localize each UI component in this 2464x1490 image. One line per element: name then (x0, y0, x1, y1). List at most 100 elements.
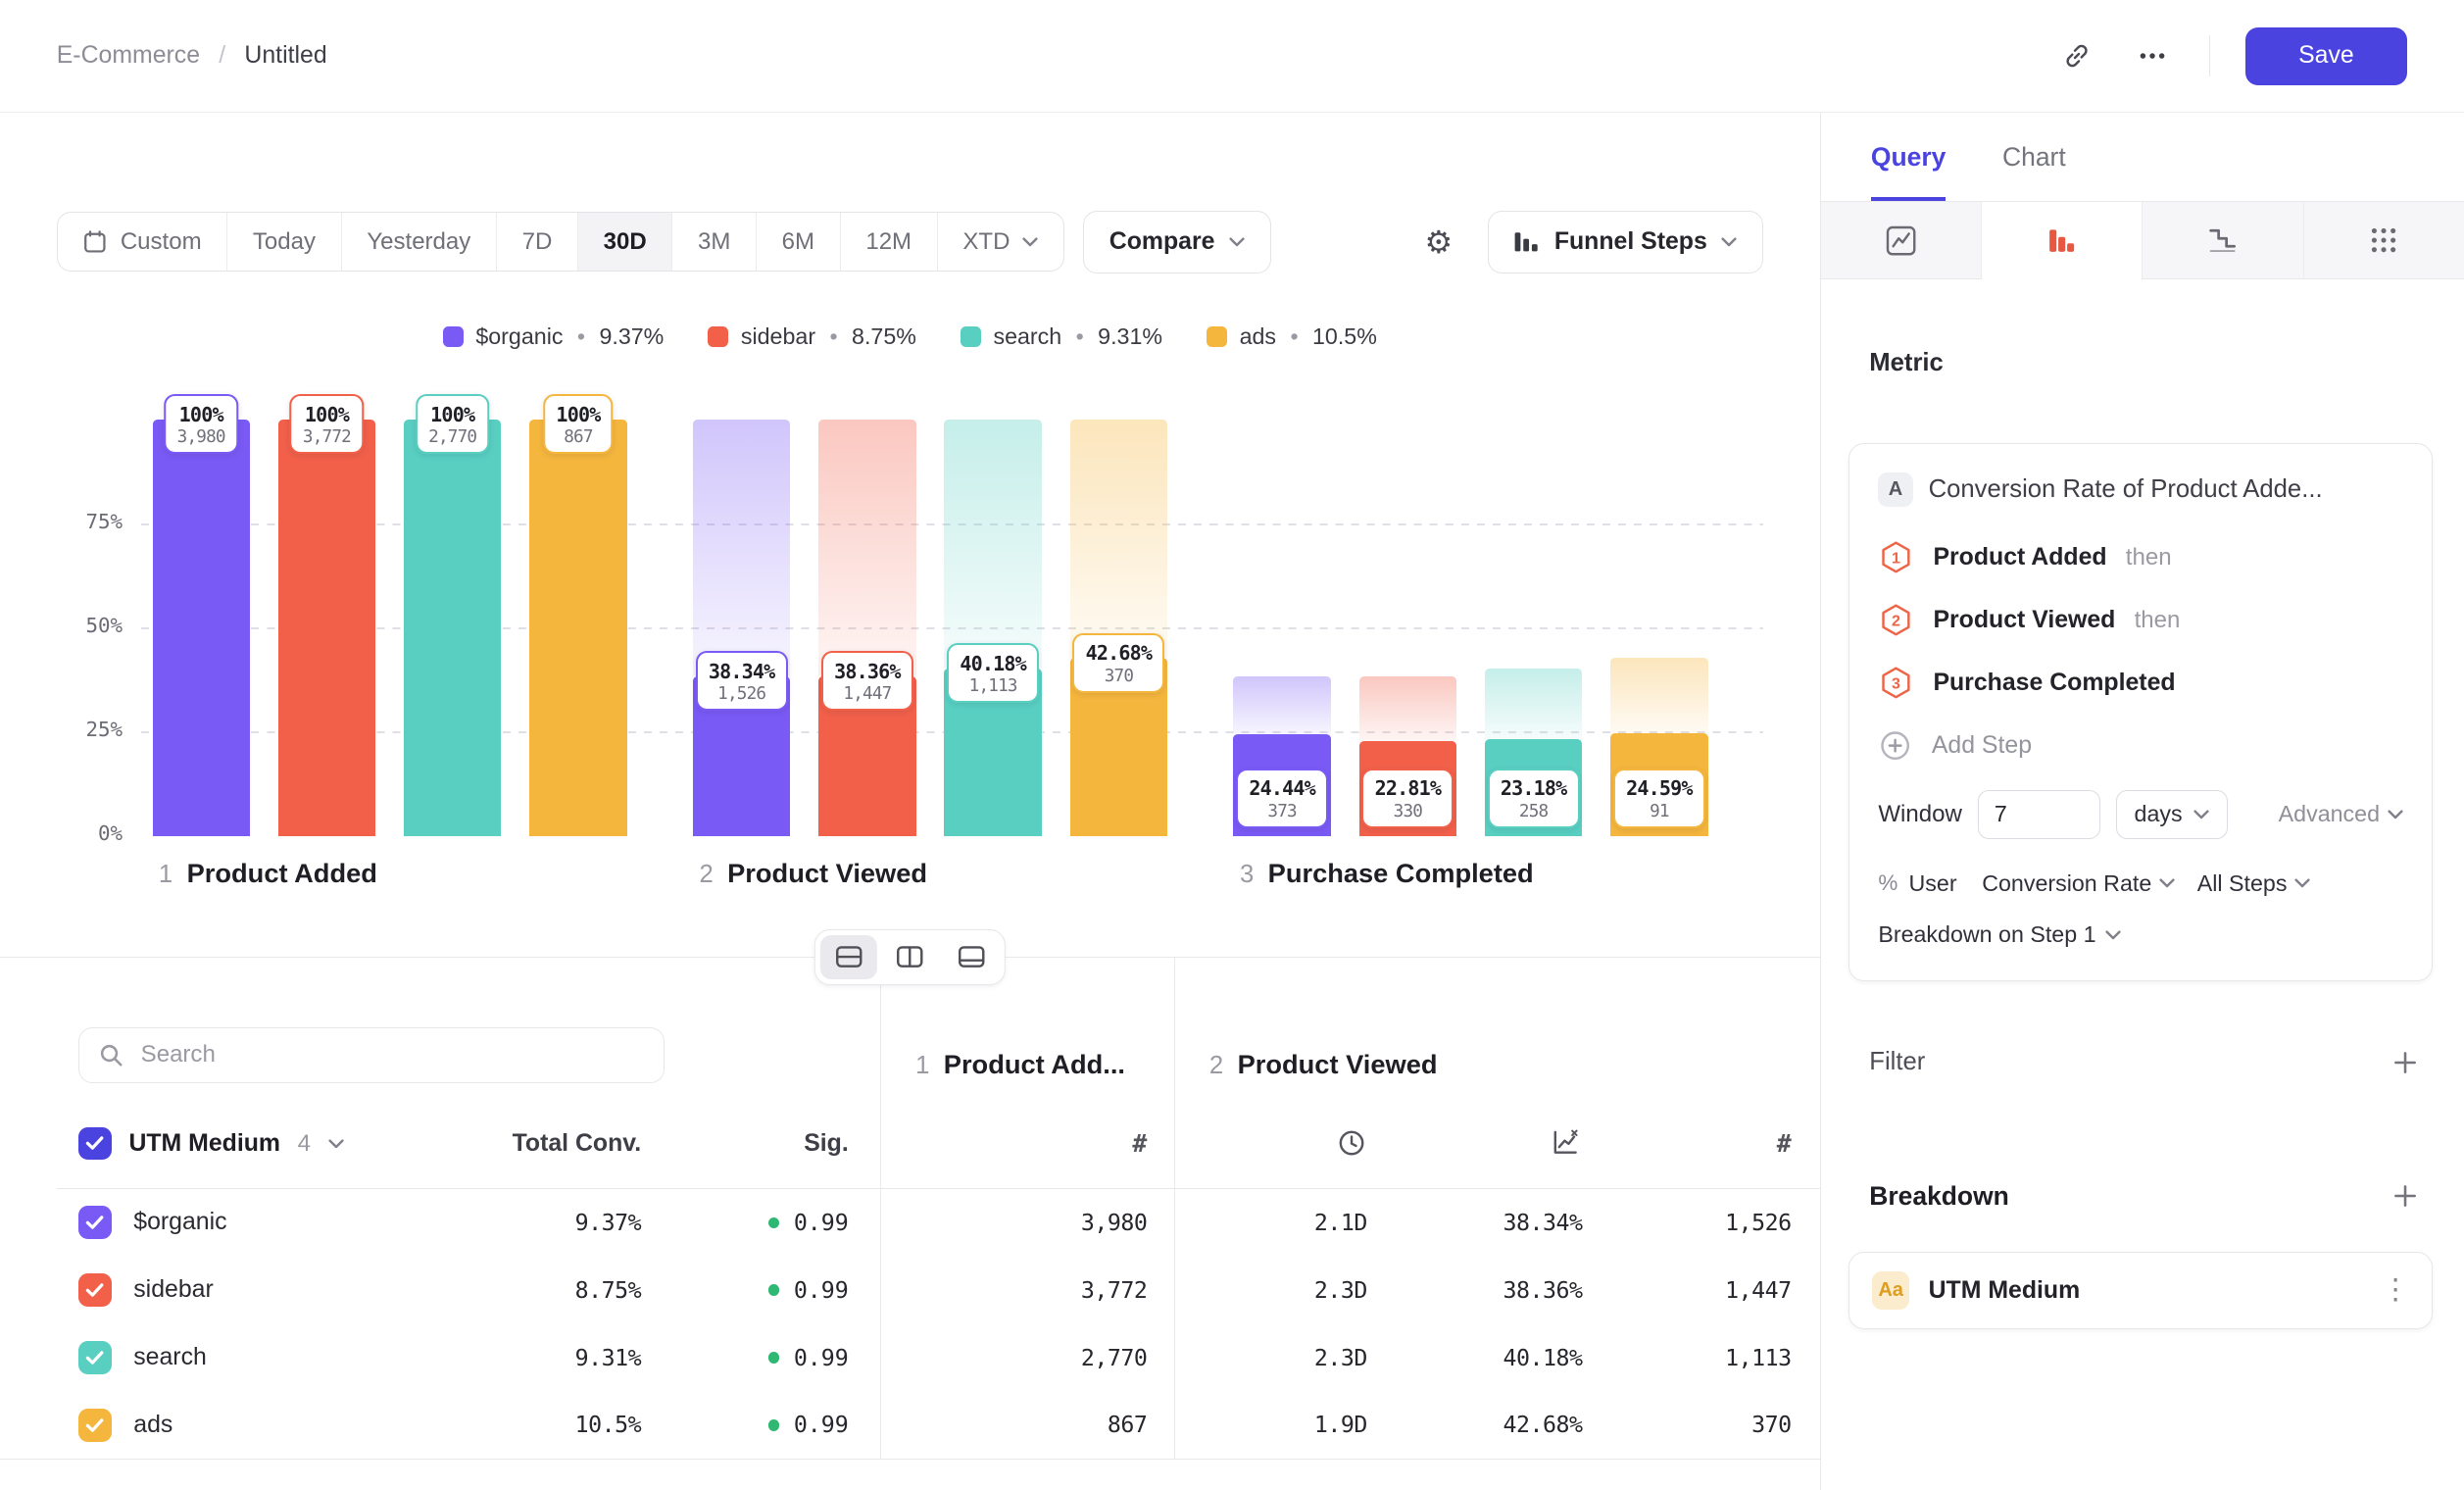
tab-query[interactable]: Query (1871, 113, 1946, 201)
range-yesterday[interactable]: Yesterday (341, 213, 496, 271)
step1-count-column[interactable]: # (880, 1099, 1174, 1188)
range-3m[interactable]: 3M (671, 213, 756, 271)
measure-entity[interactable]: User (1909, 870, 1957, 897)
range-30d[interactable]: 30D (577, 213, 671, 271)
step-number-badge: 1 (1878, 539, 1914, 575)
table-row-name[interactable]: sidebar (57, 1257, 409, 1324)
retention-chart-tab-icon[interactable] (2143, 202, 2303, 278)
save-button[interactable]: Save (2245, 27, 2408, 85)
metric-step[interactable]: 3Purchase Completed (1878, 652, 2403, 715)
line-chart-tab-icon[interactable] (1821, 202, 1982, 278)
bar-label: 40.18%1,113 (947, 643, 1039, 703)
tab-chart[interactable]: Chart (2002, 113, 2066, 201)
funnel-bar[interactable]: 24.44%373 (1233, 420, 1330, 836)
funnel-bar[interactable]: 42.68%370 (1070, 420, 1167, 836)
range-6m[interactable]: 6M (756, 213, 840, 271)
window-input[interactable] (1978, 790, 2100, 839)
breadcrumb-page[interactable]: Untitled (244, 42, 326, 70)
bar-label: 38.34%1,526 (696, 651, 788, 711)
chart-area: CustomTodayYesterday7D30D3M6M12MXTD Comp… (0, 113, 1820, 1489)
step2-conv-value: 38.34% (1389, 1189, 1604, 1257)
range-custom[interactable]: Custom (58, 213, 227, 271)
share-link-button[interactable] (2055, 34, 2099, 78)
range-xtd[interactable]: XTD (937, 213, 1063, 271)
row-checkbox[interactable] (78, 1341, 112, 1374)
funnel-chart-tab-icon[interactable] (1982, 202, 2143, 278)
table-row-name[interactable]: ads (57, 1392, 409, 1460)
search-input[interactable] (141, 1041, 645, 1068)
row-checkbox[interactable] (78, 1273, 112, 1307)
total-conv-value: 9.31% (409, 1324, 651, 1392)
funnel-bar[interactable]: 100%3,772 (278, 420, 375, 836)
row-checkbox[interactable] (78, 1409, 112, 1442)
range-7d[interactable]: 7D (496, 213, 577, 271)
measure-scope-select[interactable]: All Steps (2197, 870, 2311, 897)
step1-count-value: 2,770 (880, 1324, 1174, 1392)
measure-metric-select[interactable]: Conversion Rate (1982, 870, 2175, 897)
add-filter-button[interactable] (2387, 1044, 2423, 1080)
funnel-bar[interactable]: 40.18%1,113 (944, 420, 1041, 836)
search-box[interactable] (78, 1027, 665, 1084)
breakdown-column-header[interactable]: UTM Medium 4 (57, 1099, 409, 1188)
metric-step[interactable]: 2Product Viewedthen (1878, 589, 2403, 652)
chart-type-button[interactable]: Funnel Steps (1488, 211, 1763, 273)
step2-conv-value: 38.36% (1389, 1257, 1604, 1324)
funnel-bar[interactable]: 23.18%258 (1485, 420, 1582, 836)
chevron-down-icon (2159, 878, 2175, 888)
sig-value: 0.99 (651, 1189, 880, 1257)
view-split-vertical-icon[interactable] (881, 935, 938, 979)
range-12m[interactable]: 12M (840, 213, 937, 271)
more-chart-types-icon[interactable] (2304, 202, 2464, 278)
legend-name: search (993, 323, 1061, 350)
table-row-name[interactable]: search (57, 1324, 409, 1392)
funnel-bar[interactable]: 24.59%91 (1610, 420, 1707, 836)
range-today[interactable]: Today (226, 213, 340, 271)
legend-item[interactable]: ads•10.5% (1207, 323, 1377, 350)
legend-item[interactable]: search•9.31% (961, 323, 1162, 350)
more-options-button[interactable] (2131, 34, 2175, 78)
legend-value: 9.37% (599, 323, 664, 350)
funnel-bar[interactable]: 100%3,980 (153, 420, 250, 836)
funnel-bar[interactable]: 38.36%1,447 (818, 420, 915, 836)
breakdown-on-select[interactable]: Breakdown on Step 1 (1878, 921, 2121, 948)
legend-item[interactable]: $organic•9.37% (443, 323, 665, 350)
window-unit-select[interactable]: days (2116, 790, 2228, 839)
legend-item[interactable]: sidebar•8.75% (708, 323, 916, 350)
step2-avg-time-column[interactable] (1174, 1099, 1390, 1188)
funnel-bar[interactable]: 100%2,770 (404, 420, 501, 836)
step2-conv-column[interactable] (1389, 1099, 1604, 1188)
sig-column-header[interactable]: Sig. (651, 1099, 880, 1188)
view-bottom-panel-icon[interactable] (943, 935, 1000, 979)
total-conv-column-header[interactable]: Total Conv. (409, 1099, 651, 1188)
advanced-toggle[interactable]: Advanced (2279, 801, 2403, 827)
funnel-bar[interactable]: 38.34%1,526 (693, 420, 790, 836)
header-checkbox[interactable] (78, 1127, 112, 1161)
row-checkbox[interactable] (78, 1206, 112, 1239)
step2-count-column[interactable]: # (1604, 1099, 1820, 1188)
funnel-bar[interactable]: 22.81%330 (1359, 420, 1456, 836)
metric-title[interactable]: Conversion Rate of Product Adde... (1929, 475, 2323, 504)
ghost-bar (818, 420, 915, 676)
funnel-bar[interactable]: 100%867 (529, 420, 626, 836)
metric-step[interactable]: 1Product Addedthen (1878, 526, 2403, 589)
breadcrumb-section[interactable]: E-Commerce (57, 42, 200, 70)
chart-legend: $organic•9.37% sidebar•8.75% search•9.31% a… (0, 323, 1820, 350)
svg-text:3: 3 (1892, 675, 1900, 693)
step2-conv-value: 40.18% (1389, 1324, 1604, 1392)
add-step-button[interactable]: Add Step (1878, 715, 2403, 777)
breakdown-menu-icon[interactable]: ⋮ (2382, 1276, 2410, 1305)
compare-button[interactable]: Compare (1083, 211, 1270, 273)
bar-label: 100%2,770 (416, 394, 490, 454)
step2-count-value: 1,447 (1604, 1257, 1820, 1324)
check-icon (85, 1135, 104, 1151)
total-conv-value: 8.75% (409, 1257, 651, 1324)
view-split-horizontal-icon[interactable] (820, 935, 877, 979)
settings-gear-icon[interactable]: ⚙ (1418, 220, 1459, 264)
query-panel: Query Chart Metric (1820, 113, 2464, 1489)
add-breakdown-button[interactable] (2387, 1178, 2423, 1215)
top-bar: E-Commerce / Untitled Save (0, 0, 2464, 113)
breadcrumb: E-Commerce / Untitled (57, 42, 327, 70)
table-row-name[interactable]: $organic (57, 1189, 409, 1257)
bar-label: 24.44%373 (1236, 769, 1328, 828)
breakdown-item[interactable]: Aa UTM Medium ⋮ (1848, 1252, 2432, 1329)
